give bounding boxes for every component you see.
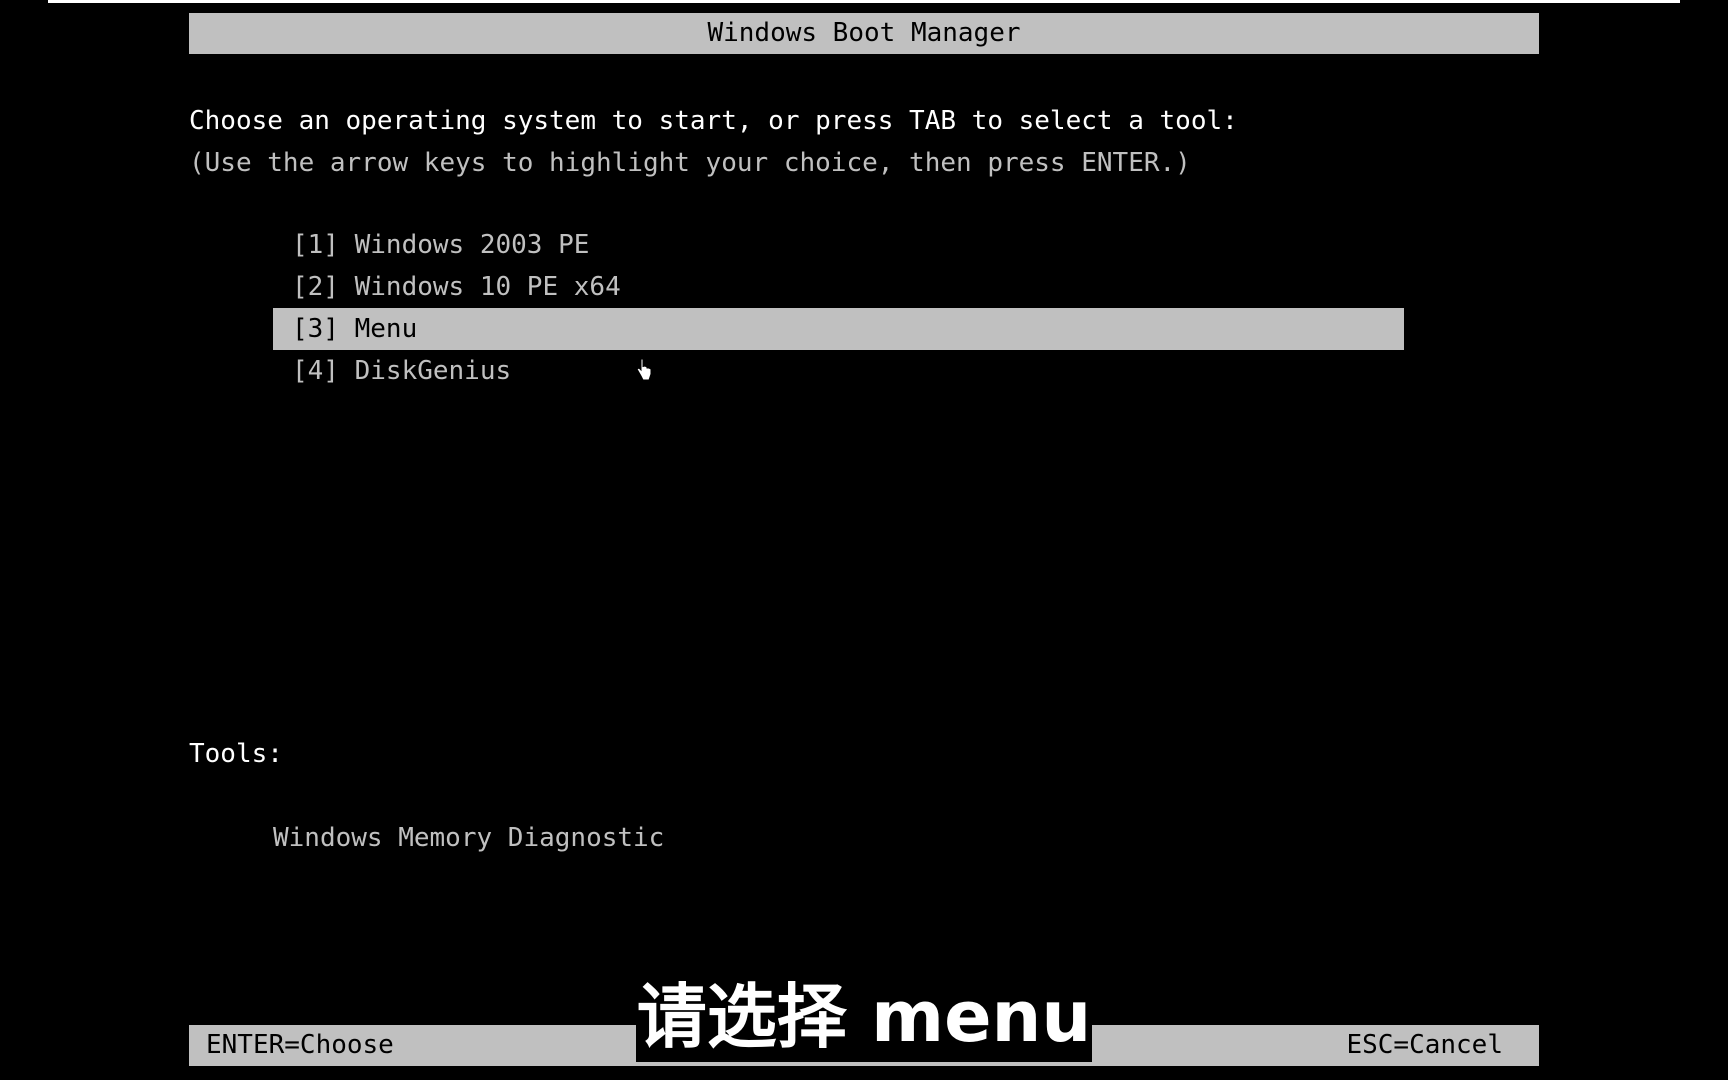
top-border-line — [48, 0, 1680, 3]
tools-heading: Tools: — [189, 739, 283, 769]
footer-esc-hint: ESC=Cancel — [1346, 1030, 1503, 1060]
os-entry-windows-10-pe-x64[interactable]: [2] Windows 10 PE x64 — [273, 266, 1404, 308]
boot-manager-title: Windows Boot Manager — [707, 18, 1021, 48]
tool-windows-memory-diagnostic[interactable]: Windows Memory Diagnostic — [273, 820, 664, 856]
footer-enter-hint: ENTER=Choose — [206, 1030, 394, 1060]
instruction-line-2: (Use the arrow keys to highlight your ch… — [189, 148, 1191, 178]
os-entry-list: [1] Windows 2003 PE [2] Windows 10 PE x6… — [273, 224, 1404, 392]
os-entry-diskgenius[interactable]: [4] DiskGenius — [273, 350, 1404, 392]
video-subtitle: 请选择 menu — [636, 972, 1092, 1062]
os-entry-windows-2003-pe[interactable]: [1] Windows 2003 PE — [273, 224, 1404, 266]
hand-pointer-icon — [636, 358, 652, 381]
os-entry-menu-selected[interactable]: [3] Menu — [273, 308, 1404, 350]
boot-manager-title-bar: Windows Boot Manager — [189, 13, 1539, 54]
instruction-line-1: Choose an operating system to start, or … — [189, 106, 1238, 136]
